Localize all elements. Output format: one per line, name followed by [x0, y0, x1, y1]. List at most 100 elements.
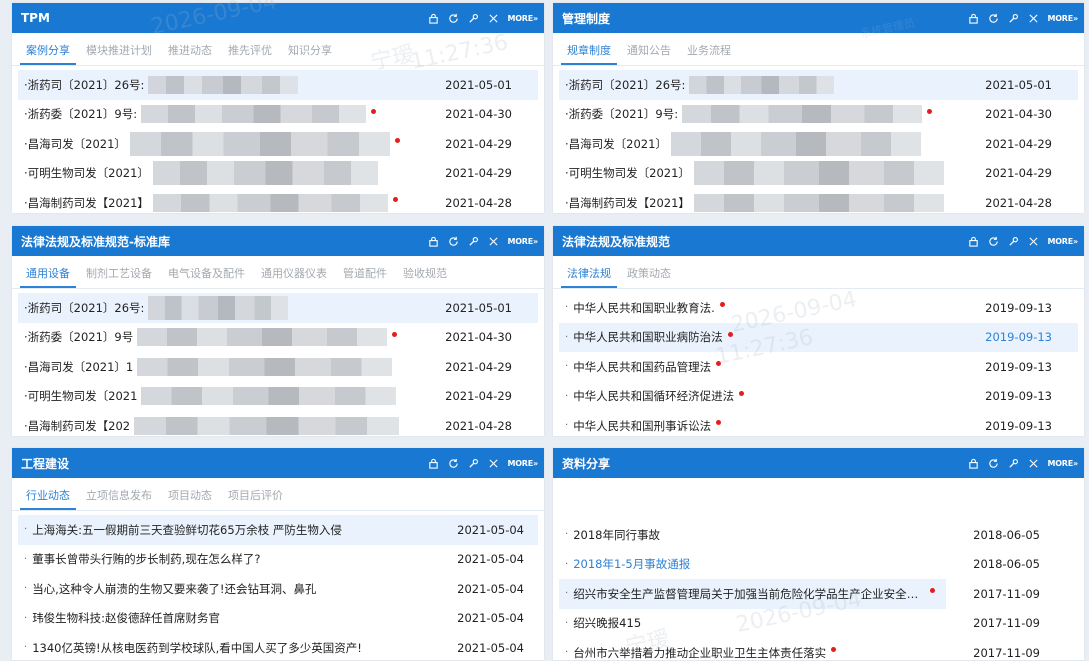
lock-icon[interactable] [423, 8, 443, 28]
tab-knowledge[interactable]: 知识分享 [282, 42, 338, 65]
list-item[interactable]: · 2018年同行事故 2018-06-05 [559, 520, 1078, 550]
redacted-block [670, 131, 921, 156]
tab-post-evaluation[interactable]: 项目后评价 [222, 487, 289, 510]
list-item[interactable]: · 台州市六举措着力推动企业职业卫生主体责任落实 2017-11-09 [559, 638, 1078, 660]
list-item[interactable]: · 1340亿英镑!从核电医药到学校球队,看中国人买了多少英国资产! 2021-05… [18, 633, 538, 660]
bullet: · [24, 524, 28, 536]
list-item[interactable]: · 中华人民共和国循环经济促进法 2019-09-13 [559, 382, 1078, 412]
list-item[interactable]: ·浙药司〔2021〕26号: 2021-05-01 [18, 293, 538, 323]
close-icon[interactable] [1023, 8, 1043, 28]
item-title: 2018年同行事故 [573, 527, 660, 542]
tab-laws[interactable]: 法律法规 [561, 265, 617, 288]
list-item[interactable]: ·浙药委〔2021〕9号 2021-04-30 [18, 323, 538, 353]
tab-industry-news[interactable]: 行业动态 [20, 487, 76, 510]
item-title: 中华人民共和国刑事诉讼法 [573, 418, 712, 433]
list-item[interactable]: · 玮俊生物科技:赵俊德辞任首席财务官 2021-05-04 [18, 604, 538, 634]
wrench-icon[interactable] [1003, 231, 1023, 251]
list-item[interactable]: ·浙药委〔2021〕9号: 2021-04-30 [18, 100, 538, 130]
wrench-icon[interactable] [1003, 453, 1023, 473]
list-item[interactable]: · 中华人民共和国刑事诉讼法 2019-09-13 [559, 411, 1078, 436]
tab-acceptance[interactable]: 验收规范 [397, 265, 453, 288]
lock-icon[interactable] [423, 231, 443, 251]
more-link[interactable]: MORE» [507, 14, 538, 23]
list-item[interactable]: · 绍兴晚报415 2017-11-09 [559, 609, 1078, 639]
refresh-icon[interactable] [443, 231, 463, 251]
tab-module-plan[interactable]: 模块推进计划 [80, 42, 158, 65]
more-link[interactable]: MORE» [507, 459, 538, 468]
lock-icon[interactable] [423, 453, 443, 473]
refresh-icon[interactable] [983, 453, 1003, 473]
refresh-icon[interactable] [983, 231, 1003, 251]
wrench-icon[interactable] [1003, 8, 1023, 28]
tab-awards[interactable]: 推先评优 [222, 42, 278, 65]
tab-regulations[interactable]: 规章制度 [561, 42, 617, 65]
bullet: · [24, 642, 28, 654]
wrench-icon[interactable] [463, 231, 483, 251]
list-item[interactable]: · 当心,这种令人崩溃的生物又要来袭了!还会钻耳洞、鼻孔 2021-05-04 [18, 574, 538, 604]
redacted-block [682, 105, 923, 124]
new-dot [719, 302, 725, 308]
wrench-icon[interactable] [463, 453, 483, 473]
list-item[interactable]: ·昌海制药司发【2021】 2021-04-28 [18, 188, 538, 213]
refresh-icon[interactable] [983, 8, 1003, 28]
tab-electrical[interactable]: 电气设备及配件 [162, 265, 251, 288]
close-icon[interactable] [483, 231, 503, 251]
list-item[interactable]: · 2018年1-5月事故通报 2018-06-05 [559, 550, 1078, 580]
list-item[interactable]: · 中华人民共和国药品管理法 2019-09-13 [559, 352, 1078, 382]
tab-general-equipment[interactable]: 通用设备 [20, 265, 76, 288]
list-item[interactable]: ·昌海司发〔2021〕 2021-04-29 [559, 129, 1078, 159]
list-item[interactable]: ·昌海司发〔2021〕 2021-04-29 [18, 129, 538, 159]
tab-notices[interactable]: 通知公告 [621, 42, 677, 65]
tab-process-equipment[interactable]: 制剂工艺设备 [80, 265, 158, 288]
list-item[interactable]: ·浙药委〔2021〕9号: 2021-04-30 [559, 100, 1078, 130]
more-link[interactable]: MORE» [1047, 459, 1078, 468]
item-title: 中华人民共和国职业教育法. [573, 300, 715, 315]
tab-project-news[interactable]: 项目动态 [162, 487, 218, 510]
item-date: 2021-05-04 [457, 522, 524, 537]
close-icon[interactable] [483, 8, 503, 28]
item-list: ·浙药司〔2021〕26号: 2021-05-01 ·浙药委〔2021〕9号: 20… [18, 70, 538, 213]
tab-workflow[interactable]: 业务流程 [681, 42, 737, 65]
list-item[interactable]: ·浙药司〔2021〕26号: 2021-05-01 [559, 70, 1078, 100]
tab-progress[interactable]: 推进动态 [162, 42, 218, 65]
lock-icon[interactable] [963, 231, 983, 251]
list-item[interactable]: ·昌海制药司发【202 2021-04-28 [18, 411, 538, 436]
tab-bar: 案例分享 模块推进计划 推进动态 推先评优 知识分享 [12, 37, 544, 66]
tab-policy[interactable]: 政策动态 [621, 265, 677, 288]
tab-case-share[interactable]: 案例分享 [20, 42, 76, 65]
bullet: · [565, 361, 569, 373]
redacted-block [137, 357, 393, 376]
tab-instruments[interactable]: 通用仪器仪表 [255, 265, 333, 288]
list-item[interactable]: ·昌海制药司发【2021】 2021-04-28 [559, 188, 1078, 213]
item-date: 2018-06-05 [973, 527, 1040, 542]
panel-header: 资料分享 MORE» [553, 448, 1084, 478]
close-icon[interactable] [1023, 453, 1043, 473]
wrench-icon[interactable] [463, 8, 483, 28]
list-item[interactable]: ·可明生物司发〔2021 2021-04-29 [18, 382, 538, 412]
item-date: 2021-04-29 [445, 389, 512, 404]
tab-project-release[interactable]: 立项信息发布 [80, 487, 158, 510]
more-link[interactable]: MORE» [1047, 237, 1078, 246]
bullet: · [565, 588, 569, 600]
list-item[interactable]: · 董事长曾带头行贿的步长制药,现在怎么样了? 2021-05-04 [18, 545, 538, 575]
list-item[interactable]: ·可明生物司发〔2021〕 2021-04-29 [18, 159, 538, 189]
tab-pipe-fittings[interactable]: 管道配件 [337, 265, 393, 288]
list-item[interactable]: ·昌海司发〔2021〕1 2021-04-29 [18, 352, 538, 382]
refresh-icon[interactable] [443, 453, 463, 473]
item-date: 2021-04-29 [445, 166, 512, 181]
list-item[interactable]: · 绍兴市安全生产监督管理局关于加强当前危险化学品生产企业安全监... 2017-1… [559, 579, 1040, 609]
lock-icon[interactable] [963, 453, 983, 473]
close-icon[interactable] [483, 453, 503, 473]
item-title: 2018年1-5月事故通报 [573, 557, 691, 572]
list-item[interactable]: · 中华人民共和国职业教育法. 2019-09-13 [559, 293, 1078, 323]
list-item[interactable]: ·可明生物司发〔2021〕 2021-04-29 [559, 159, 1078, 189]
more-link[interactable]: MORE» [1047, 14, 1078, 23]
refresh-icon[interactable] [443, 8, 463, 28]
more-link[interactable]: MORE» [507, 237, 538, 246]
list-item[interactable]: · 中华人民共和国职业病防治法 2019-09-13 [559, 322, 1078, 352]
list-item[interactable]: · 上海海关:五一假期前三天查验鲜切花65万余枝 严防生物入侵 2021-05-04 [18, 515, 538, 545]
lock-icon[interactable] [963, 8, 983, 28]
list-item[interactable]: ·浙药司〔2021〕26号: 2021-05-01 [18, 70, 538, 100]
tab-bar: 行业动态 立项信息发布 项目动态 项目后评价 [12, 482, 544, 511]
close-icon[interactable] [1023, 231, 1043, 251]
